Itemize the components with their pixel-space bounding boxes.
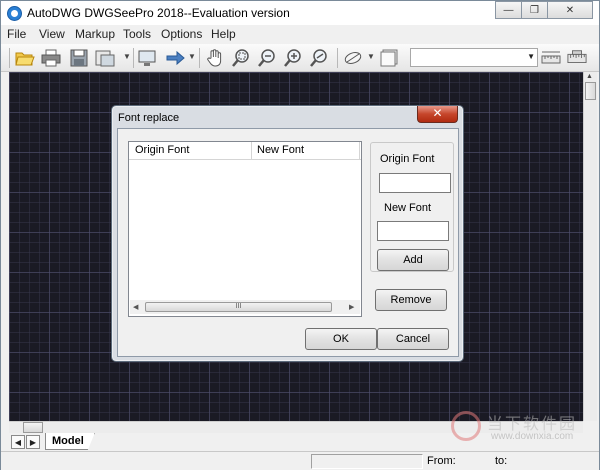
font-list[interactable]: Origin Font New Font ◀ III ▶ bbox=[128, 141, 362, 317]
column-new-font[interactable]: New Font bbox=[257, 144, 304, 156]
app-logo-icon bbox=[7, 6, 22, 21]
menu-bar: File View Markup Tools Options Help bbox=[1, 25, 599, 44]
chevron-down-icon: ▼ bbox=[527, 52, 535, 61]
status-cell bbox=[311, 454, 423, 469]
column-divider[interactable] bbox=[251, 142, 252, 159]
layer-dropdown-icon[interactable]: ▼ bbox=[367, 52, 375, 61]
new-font-label: New Font bbox=[384, 202, 432, 214]
cancel-button[interactable]: Cancel bbox=[377, 328, 449, 350]
layer-icon[interactable] bbox=[343, 48, 363, 68]
tab-model[interactable]: Model bbox=[45, 433, 95, 450]
watermark-url: www.downxia.com bbox=[491, 431, 574, 442]
scroll-right-icon[interactable]: ▶ bbox=[349, 303, 354, 311]
close-window-button[interactable]: ✕ bbox=[547, 1, 593, 19]
application-window: AutoDWG DWGSeePro 2018--Evaluation versi… bbox=[0, 0, 600, 470]
add-button[interactable]: Add bbox=[377, 249, 449, 271]
arrow-right-icon[interactable] bbox=[165, 48, 185, 68]
origin-font-input[interactable] bbox=[379, 173, 451, 193]
measure-icon[interactable] bbox=[541, 48, 561, 68]
font-edit-group: Origin Font New Font Add bbox=[370, 142, 454, 272]
print-icon[interactable] bbox=[41, 48, 61, 68]
tab-prev-button[interactable]: ◀ bbox=[11, 435, 25, 449]
window-controls: — ❐ ✕ bbox=[495, 1, 593, 19]
scroll-left-icon[interactable]: ◀ bbox=[133, 303, 138, 311]
toolbar-separator bbox=[199, 48, 200, 68]
display-icon[interactable] bbox=[137, 48, 157, 68]
font-list-scroll-thumb[interactable]: III bbox=[145, 302, 332, 312]
menu-help[interactable]: Help bbox=[211, 27, 236, 41]
column-divider[interactable] bbox=[359, 142, 360, 159]
zoom-in-icon[interactable] bbox=[283, 48, 303, 68]
save-icon[interactable] bbox=[69, 48, 89, 68]
toolbar-separator bbox=[133, 48, 134, 68]
status-to-label: to: bbox=[495, 455, 508, 467]
arrow-dropdown-icon[interactable]: ▼ bbox=[188, 52, 196, 61]
origin-font-label: Origin Font bbox=[380, 153, 435, 165]
status-from-label: From: bbox=[427, 455, 456, 467]
dialog-body: Origin Font New Font ◀ III ▶ Origin Font… bbox=[117, 128, 459, 357]
ok-button[interactable]: OK bbox=[305, 328, 377, 350]
vertical-scrollbar[interactable]: ▲ bbox=[583, 72, 597, 421]
layer-state-icon[interactable] bbox=[379, 48, 399, 68]
vertical-scroll-thumb[interactable] bbox=[585, 82, 596, 100]
status-bar: From: to: bbox=[1, 451, 599, 470]
export-dropdown-icon[interactable]: ▼ bbox=[123, 52, 131, 61]
minimize-button[interactable]: — bbox=[495, 1, 522, 19]
dialog-title: Font replace bbox=[118, 112, 180, 124]
ruler-icon[interactable] bbox=[567, 48, 587, 68]
restore-button[interactable]: ❐ bbox=[521, 1, 548, 19]
column-origin-font[interactable]: Origin Font bbox=[135, 144, 189, 156]
horizontal-scroll-thumb[interactable] bbox=[23, 422, 43, 433]
export-icon[interactable] bbox=[95, 48, 115, 68]
layer-select[interactable]: ▼ bbox=[410, 48, 538, 67]
dialog-close-button[interactable]: ✕ bbox=[417, 106, 458, 123]
title-bar: AutoDWG DWGSeePro 2018--Evaluation versi… bbox=[1, 1, 599, 25]
toolbar-separator bbox=[337, 48, 338, 68]
tab-next-button[interactable]: ▶ bbox=[26, 435, 40, 449]
zoom-realtime-icon[interactable] bbox=[309, 48, 329, 68]
menu-file[interactable]: File bbox=[7, 27, 26, 41]
pan-hand-icon[interactable] bbox=[205, 48, 225, 68]
open-folder-icon[interactable] bbox=[15, 48, 35, 68]
menu-markup[interactable]: Markup bbox=[75, 27, 115, 41]
remove-button[interactable]: Remove bbox=[375, 289, 447, 311]
zoom-out-icon[interactable] bbox=[257, 48, 277, 68]
font-list-header: Origin Font New Font bbox=[129, 142, 361, 160]
menu-tools[interactable]: Tools bbox=[123, 27, 151, 41]
zoom-window-icon[interactable] bbox=[231, 48, 251, 68]
watermark: 当下软件园 www.downxia.com bbox=[447, 409, 597, 449]
watermark-logo-icon bbox=[451, 411, 481, 441]
font-replace-dialog: Font replace ✕ Origin Font New Font ◀ II… bbox=[111, 105, 464, 362]
toolbar-grip bbox=[9, 48, 10, 68]
window-title: AutoDWG DWGSeePro 2018--Evaluation versi… bbox=[27, 6, 290, 20]
scroll-up-icon[interactable]: ▲ bbox=[586, 73, 593, 80]
new-font-input[interactable] bbox=[377, 221, 449, 241]
menu-options[interactable]: Options bbox=[161, 27, 202, 41]
font-list-scrollbar[interactable]: ◀ III ▶ bbox=[130, 300, 360, 314]
menu-view[interactable]: View bbox=[39, 27, 65, 41]
